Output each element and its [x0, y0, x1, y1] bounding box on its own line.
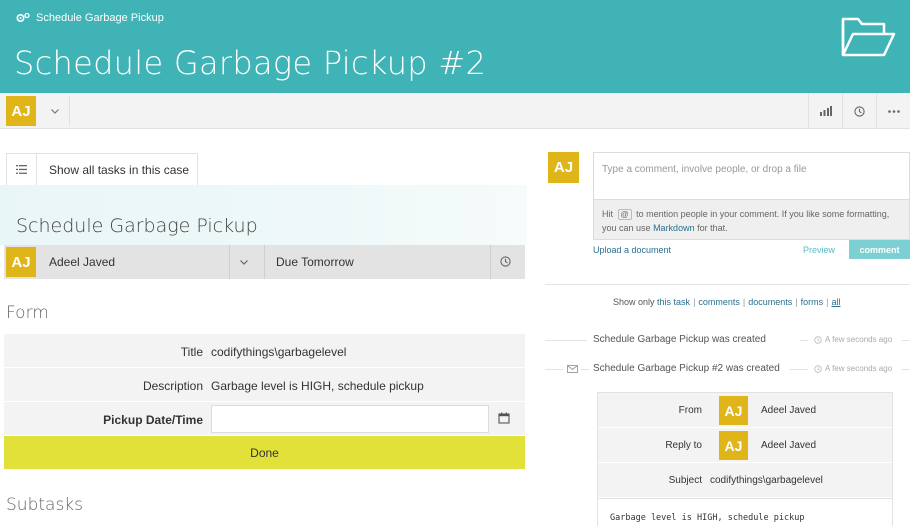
- form-row-pickup: Pickup Date/Time: [4, 402, 525, 436]
- email-label: Subject: [668, 475, 702, 486]
- markdown-link[interactable]: Markdown: [653, 223, 695, 233]
- page-title: Schedule Garbage Pickup #2: [14, 44, 487, 82]
- gears-icon: [16, 12, 30, 23]
- filter-this-task[interactable]: this task: [657, 297, 690, 307]
- more-button[interactable]: [876, 93, 910, 129]
- clock-icon: [814, 364, 822, 373]
- divider: [790, 369, 808, 370]
- chevron-down-icon: [50, 108, 59, 114]
- event-text: Schedule Garbage Pickup #2 was created: [593, 363, 780, 374]
- preview-link[interactable]: Preview: [803, 245, 835, 255]
- stats-button[interactable]: [808, 93, 842, 129]
- avatar[interactable]: AJ: [6, 96, 36, 126]
- divider: [902, 369, 910, 370]
- mail-icon: [567, 365, 578, 373]
- comment-button[interactable]: comment: [849, 240, 910, 259]
- email-reply-to: Adeel Javed: [761, 440, 817, 451]
- show-all-label: Show all tasks in this case: [49, 162, 190, 177]
- divider: [264, 245, 265, 279]
- activity-filter: Show only this task | comments | documents | f…: [613, 297, 841, 307]
- upload-document-link[interactable]: Upload a document: [593, 245, 671, 255]
- assignee-name[interactable]: Adeel Javed: [49, 255, 115, 269]
- event-time: A few seconds ago: [814, 335, 892, 344]
- more-icon: [887, 109, 900, 113]
- task-form: Title codifythings\garbagelevel Descript…: [4, 334, 525, 469]
- done-button[interactable]: Done: [4, 436, 525, 469]
- owner-dropdown[interactable]: [40, 96, 70, 126]
- hint-text: Hit: [602, 209, 613, 219]
- calendar-icon[interactable]: [498, 412, 510, 424]
- divider: [229, 245, 230, 279]
- subtasks-heading: Subtasks: [6, 495, 83, 515]
- email-from-row: From AJ Adeel Javed: [598, 393, 892, 428]
- divider: [800, 340, 808, 341]
- divider: [490, 245, 491, 279]
- email-label: Reply to: [665, 440, 702, 451]
- assignee-avatar[interactable]: AJ: [6, 247, 36, 277]
- divider: [545, 340, 587, 341]
- pickup-datetime-input[interactable]: [211, 405, 489, 433]
- email-card: From AJ Adeel Javed Reply to AJ Adeel Ja…: [597, 392, 893, 526]
- folder-icon[interactable]: [840, 14, 896, 60]
- due-date[interactable]: Due Tomorrow: [276, 255, 354, 269]
- email-subject: codifythings\garbagelevel: [710, 475, 823, 486]
- chevron-down-icon[interactable]: [240, 260, 248, 265]
- filter-comments[interactable]: comments: [698, 297, 740, 307]
- clock-icon: [814, 335, 822, 344]
- event-time-label: A few seconds ago: [825, 335, 893, 344]
- breadcrumb-label: Schedule Garbage Pickup: [36, 12, 164, 24]
- list-icon-box: [7, 153, 37, 186]
- comment-input[interactable]: Type a comment, involve people, or drop …: [593, 152, 910, 200]
- comment-hint: Hit @ to mention people in your comment.…: [593, 200, 910, 240]
- form-label: Pickup Date/Time: [103, 413, 203, 427]
- divider: [902, 340, 910, 341]
- case-header: Schedule Garbage Pickup Schedule Garbage…: [0, 0, 910, 93]
- task-title: Schedule Garbage Pickup: [16, 215, 258, 237]
- hint-text: for that.: [697, 223, 728, 233]
- form-value: Garbage level is HIGH, schedule pickup: [211, 379, 424, 393]
- filter-prefix: Show only: [613, 297, 655, 307]
- clock-icon[interactable]: [500, 256, 511, 267]
- show-all-tasks-button[interactable]: Show all tasks in this case: [6, 153, 198, 186]
- task-assignment-bar: AJ Adeel Javed Due Tomorrow: [4, 245, 525, 279]
- form-label: Description: [142, 379, 203, 393]
- form-label: Title: [180, 345, 203, 359]
- filter-documents[interactable]: documents: [748, 297, 792, 307]
- email-subject-row: Subject codifythings\garbagelevel: [598, 463, 892, 498]
- event-text: Schedule Garbage Pickup was created: [593, 334, 766, 345]
- avatar: AJ: [719, 396, 748, 425]
- hint-text: to mention people in your comment. If yo…: [602, 209, 890, 233]
- avatar: AJ: [719, 431, 748, 460]
- email-reply-row: Reply to AJ Adeel Javed: [598, 428, 892, 463]
- filter-all[interactable]: all: [831, 297, 840, 307]
- list-icon: [16, 165, 27, 174]
- case-toolbar: AJ: [0, 93, 910, 129]
- clock-icon: [854, 105, 865, 117]
- email-label: From: [678, 405, 702, 416]
- history-button[interactable]: [842, 93, 876, 129]
- email-body: Garbage level is HIGH, schedule pickup: [598, 498, 892, 526]
- event-time-label: A few seconds ago: [825, 364, 893, 373]
- divider: [545, 284, 910, 285]
- event-time: A few seconds ago: [814, 364, 892, 373]
- form-row-description: Description Garbage level is HIGH, sched…: [4, 368, 525, 402]
- form-row-title: Title codifythings\garbagelevel: [4, 334, 525, 368]
- comment-placeholder: Type a comment, involve people, or drop …: [602, 164, 807, 175]
- commenter-avatar: AJ: [548, 152, 579, 183]
- divider: [581, 369, 589, 370]
- form-value: codifythings\garbagelevel: [211, 345, 347, 359]
- at-key: @: [617, 209, 632, 220]
- form-heading: Form: [6, 303, 49, 323]
- email-sender: Adeel Javed: [761, 405, 817, 416]
- filter-forms[interactable]: forms: [801, 297, 824, 307]
- bar-chart-icon: [819, 106, 832, 116]
- breadcrumb[interactable]: Schedule Garbage Pickup: [16, 12, 164, 24]
- divider: [545, 369, 563, 370]
